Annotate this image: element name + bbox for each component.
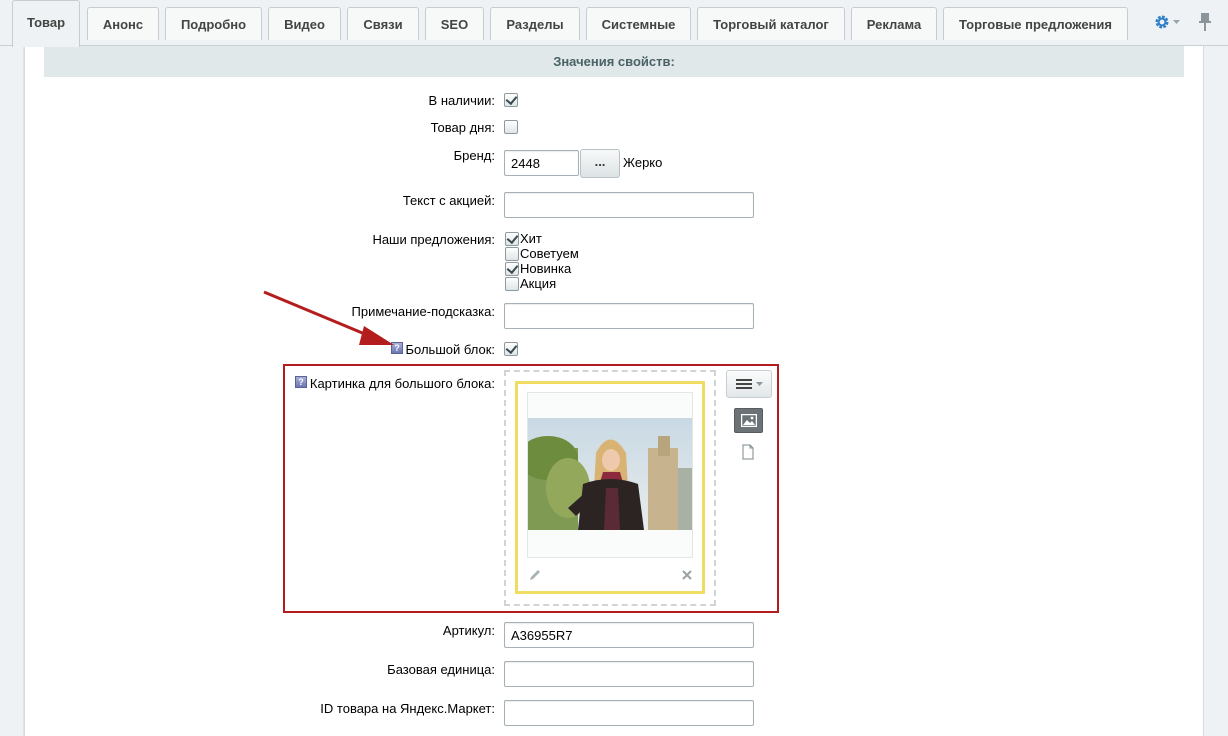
offer-recommend-label: Советуем [520, 246, 579, 261]
settings-button[interactable] [1154, 12, 1184, 32]
big-block-checkbox[interactable] [504, 342, 518, 356]
tab-advertising[interactable]: Реклама [851, 7, 937, 40]
offer-hit-label: Хит [520, 231, 542, 246]
base-unit-label: Базовая единица: [387, 662, 495, 677]
help-icon[interactable]: ? [391, 342, 403, 354]
close-icon[interactable] [681, 569, 693, 581]
tab-links[interactable]: Связи [347, 7, 419, 40]
product-of-day-checkbox[interactable] [504, 120, 518, 134]
tab-seo[interactable]: SEO [425, 7, 484, 40]
article-label: Артикул: [442, 623, 495, 638]
pencil-icon[interactable] [528, 568, 542, 582]
section-title: Значения свойств: [44, 46, 1184, 77]
brand-id-input[interactable] [504, 150, 579, 176]
tab-trade-catalog[interactable]: Торговый каталог [697, 7, 845, 40]
big-block-image-label: Картинка для большого блока: [309, 376, 495, 391]
chevron-down-icon [755, 381, 763, 386]
offer-sale-label: Акция [520, 276, 557, 291]
promo-text-label: Текст с акцией: [402, 193, 495, 208]
offer-new-label: Новинка [520, 261, 572, 276]
product-of-day-label: Товар дня: [430, 120, 495, 135]
brand-name: Жерко [623, 155, 663, 170]
chevron-down-icon [1173, 19, 1180, 24]
offer-sale-checkbox[interactable] [505, 277, 519, 291]
help-icon[interactable]: ? [295, 376, 307, 388]
in-stock-label: В наличии: [428, 93, 495, 108]
big-block-label: Большой блок: [405, 342, 496, 357]
pin-icon[interactable] [1198, 11, 1212, 33]
tab-product[interactable]: Товар [12, 0, 80, 47]
image-menu-button[interactable] [726, 370, 772, 398]
yandex-id-input[interactable] [504, 700, 754, 726]
tab-video[interactable]: Видео [268, 7, 341, 40]
brand-select-button[interactable]: ... [580, 149, 620, 178]
offer-recommend-checkbox[interactable] [505, 247, 519, 261]
tab-announce[interactable]: Анонс [87, 7, 159, 40]
tab-trade-offers[interactable]: Торговые предложения [943, 7, 1128, 40]
offer-hit-checkbox[interactable] [505, 232, 519, 246]
yandex-id-label: ID товара на Яндекс.Маркет: [320, 701, 495, 716]
file-icon[interactable] [741, 444, 755, 460]
article-input[interactable] [504, 622, 754, 648]
image-preview[interactable] [528, 418, 692, 530]
image-view-button[interactable] [734, 408, 763, 433]
offer-new-checkbox[interactable] [505, 262, 519, 276]
promo-text-input[interactable] [504, 192, 754, 218]
tab-sections[interactable]: Разделы [490, 7, 580, 40]
gear-icon [1155, 15, 1169, 29]
hint-note-input[interactable] [504, 303, 754, 329]
offers-label: Наши предложения: [372, 232, 495, 247]
tab-details[interactable]: Подробно [165, 7, 262, 40]
brand-label: Бренд: [453, 148, 495, 163]
in-stock-checkbox[interactable] [504, 93, 518, 107]
left-gutter [12, 46, 24, 736]
hint-note-label: Примечание-подсказка: [351, 304, 495, 319]
tab-bar: Товар Анонс Подробно Видео Связи SEO Раз… [0, 0, 1228, 47]
hamburger-menu-icon [735, 379, 752, 389]
image-icon [740, 414, 757, 427]
tab-system[interactable]: Системные [586, 7, 691, 40]
base-unit-input[interactable] [504, 661, 754, 687]
